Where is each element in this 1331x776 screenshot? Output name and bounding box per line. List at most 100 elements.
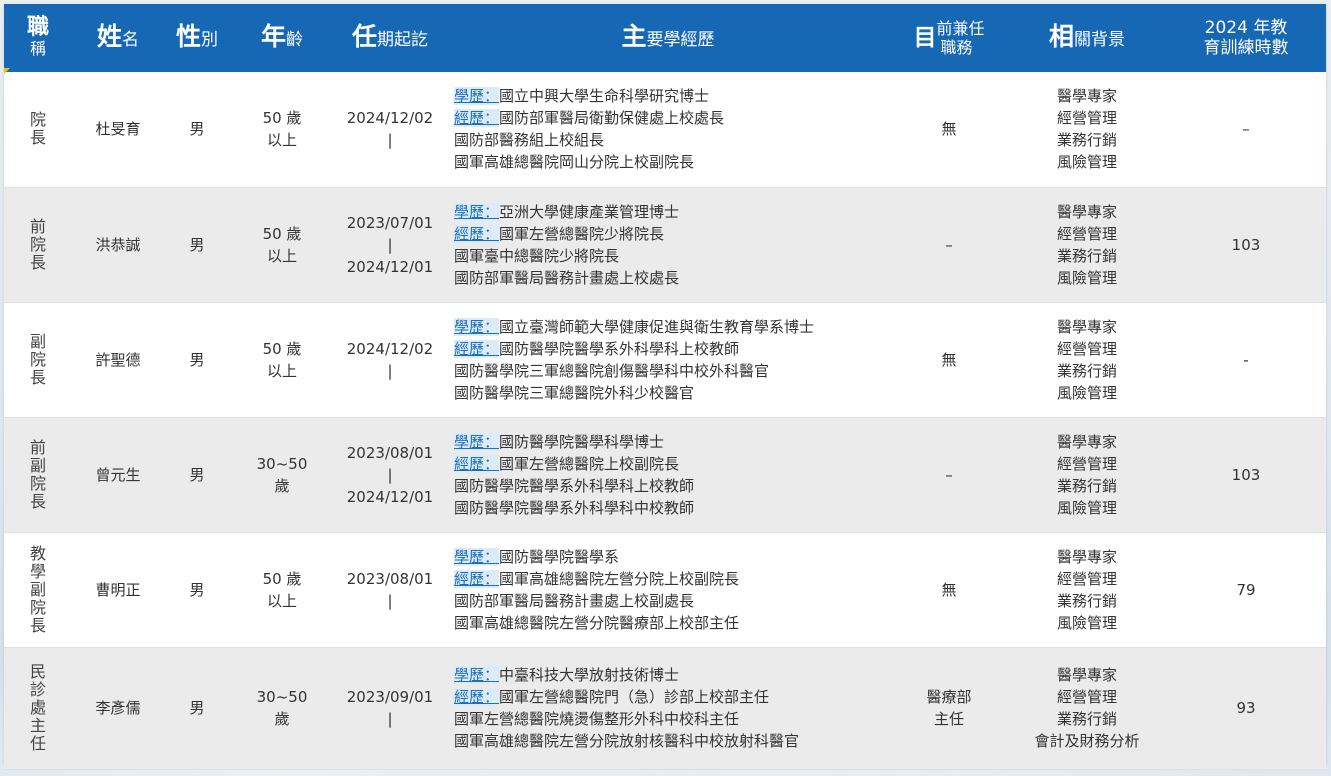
text-line: 業務行銷: [1056, 476, 1117, 495]
experience-line: 經歷：國軍左營總醫院門（急）診部上校部主任: [454, 686, 890, 708]
text-line: 長: [29, 128, 46, 148]
age-cell: 50 歲以上: [230, 532, 334, 648]
education-tag: 學歷：: [454, 547, 500, 566]
title-cell: 前副院長: [4, 417, 72, 533]
experience-line: 國防部軍醫局醫務計畫處上校副處長: [454, 591, 695, 610]
education-value: 亞洲大學健康產業管理博士: [499, 202, 680, 221]
education-cell: 學歷：國立中興大學生命科學研究博士 經歷：國防部軍醫局衛勤保健處上校處長 國防部醫務…: [446, 72, 890, 188]
title-cell: 副院長: [4, 302, 72, 418]
background-cell: 醫學專家 經營管理 業務行銷 風險管理: [1008, 417, 1166, 533]
education-value: 國立臺灣師範大學健康促進與衛生教育學系博士: [499, 317, 815, 336]
text-line: 2023/08/01: [346, 569, 434, 588]
text-line: 醫學專家: [1056, 87, 1117, 106]
background-cell: 醫學專家 經營管理 業務行銷 風險管理: [1008, 302, 1166, 418]
text-line: 無: [941, 350, 957, 369]
experience-line: 經歷：國軍左營總醫院少將院長: [454, 223, 890, 245]
text-line: |: [387, 710, 393, 728]
experience-line: 國軍高雄總醫院左營分院醫療部上校部主任: [454, 613, 740, 632]
table-row: 前副院長曾元生男 30~50 歲 2023/08/01 | 2024/12/01 學歷：國防…: [4, 417, 1326, 533]
table-body: 院長杜旻育男 50 歲以上 2024/12/02 | 學歷：國立中興大學生命科學研究博士…: [4, 72, 1326, 770]
text-line: 2024/12/02: [346, 339, 434, 358]
experience-line: 經歷：國防部軍醫局衛勤保健處上校處長: [454, 107, 890, 129]
text-line: 以上: [266, 361, 297, 380]
experience-line: 國軍左營總醫院燒燙傷整形外科中校科主任: [454, 710, 740, 728]
text-line: 2024/12/01: [346, 257, 434, 276]
text-line: 醫學專家: [1056, 547, 1117, 566]
experience-line: 國防醫學院三軍總醫院外科少校醫官: [454, 383, 695, 402]
text-line: 副: [29, 579, 46, 599]
age-cell: 50 歲以上: [230, 187, 334, 303]
table-row: 民診處主任李彥儒男 30~50 歲 2023/09/01 | 學歷：中臺科技大學放射技術博…: [4, 647, 1326, 770]
text-line: 前: [29, 437, 46, 457]
text-line: 經營管理: [1056, 454, 1117, 473]
experience-value: 國防醫學院醫學系外科學科上校教師: [499, 339, 740, 358]
concurrent-cell: –: [890, 187, 1008, 303]
education-line: 學歷：國立中興大學生命科學研究博士: [454, 85, 890, 107]
text-line: 經營管理: [1056, 569, 1117, 588]
education-cell: 學歷：國防醫學院醫學系 經歷：國軍高雄總醫院左營分院上校副院長 國防部軍醫局醫務計畫…: [446, 532, 890, 648]
text-line: 30~50: [256, 454, 308, 473]
experience-line: 國防醫學院三軍總醫院創傷醫學科中校外科醫官: [454, 361, 770, 380]
text-line: 2023/08/01: [346, 443, 434, 462]
text-line: 院: [29, 110, 46, 130]
experience-value: 國軍左營總醫院上校副院長: [499, 454, 680, 473]
text-line: 經營管理: [1056, 224, 1117, 243]
text-line: 醫療部: [926, 688, 972, 706]
term-cell: 2023/08/01 | 2024/12/01: [334, 417, 446, 533]
text-line: 副: [29, 331, 46, 351]
text-line: 長: [29, 615, 46, 635]
text-line: 醫學專家: [1056, 317, 1117, 336]
background-cell: 醫學專家 經營管理 業務行銷 風險管理: [1008, 187, 1166, 303]
training-hours-cell: -: [1166, 302, 1326, 418]
text-line: 醫學專家: [1056, 432, 1117, 451]
name-cell: 曹明正: [72, 532, 164, 648]
education-line: 學歷：國防醫學院醫學科學博士: [454, 431, 890, 453]
experience-line: 國軍高雄總醫院岡山分院上校副院長: [454, 153, 695, 172]
education-tag: 學歷：: [454, 87, 500, 106]
experience-line: 國防部醫務組上校組長: [454, 131, 605, 150]
experience-line: 經歷：國防醫學院醫學系外科學科上校教師: [454, 338, 890, 360]
text-line: 歲: [274, 710, 290, 728]
experience-tag: 經歷：: [454, 339, 500, 358]
leadership-table-container: 職 稱 姓名 性別 年齡 任期起訖 主要學經歷 目前兼任 職務 相關背景 2024…: [4, 4, 1326, 770]
background-cell: 醫學專家 經營管理 業務行銷 風險管理: [1008, 532, 1166, 648]
education-tag: 學歷：: [454, 432, 500, 451]
experience-value: 國軍高雄總醫院左營分院上校副院長: [499, 569, 740, 588]
name-cell: 洪恭誠: [72, 187, 164, 303]
header-education: 主要學經歷: [621, 21, 715, 51]
concurrent-cell: 無: [890, 532, 1008, 648]
text-line: |: [387, 235, 393, 254]
text-line: 無: [941, 580, 957, 599]
text-line: 風險管理: [1056, 268, 1117, 287]
term-cell: 2023/08/01 |: [334, 532, 446, 648]
education-tag: 學歷：: [454, 666, 500, 684]
concurrent-cell: 醫療部 主任: [890, 647, 1008, 770]
table-row: 副院長許聖德男 50 歲以上 2024/12/02 | 學歷：國立臺灣師範大學健康促進與…: [4, 302, 1326, 418]
education-line: 學歷：亞洲大學健康產業管理博士: [454, 201, 890, 223]
education-cell: 學歷：國防醫學院醫學科學博士 經歷：國軍左營總醫院上校副院長 國防醫學院醫學系外科學…: [446, 417, 890, 533]
text-line: 風險管理: [1056, 613, 1117, 632]
text-line: 處: [29, 698, 46, 717]
education-value: 國防醫學院醫學科學博士: [499, 432, 665, 451]
text-line: 診: [29, 680, 46, 699]
experience-line: 經歷：國軍左營總醫院上校副院長: [454, 453, 890, 475]
experience-line: 國防醫學院醫學系外科學科中校教師: [454, 498, 695, 517]
text-line: 副: [29, 455, 46, 475]
text-line: 2023/09/01: [346, 688, 434, 706]
text-line: |: [387, 361, 393, 380]
experience-tag: 經歷：: [454, 569, 500, 588]
name-cell: 杜旻育: [72, 72, 164, 188]
experience-value: 國防部軍醫局衛勤保健處上校處長: [499, 109, 725, 128]
text-line: 會計及財務分析: [1034, 732, 1140, 750]
header-term: 任期起訖: [351, 21, 428, 51]
age-cell: 30~50 歲: [230, 647, 334, 770]
experience-line: 經歷：國軍高雄總醫院左營分院上校副院長: [454, 568, 890, 590]
education-cell: 學歷：國立臺灣師範大學健康促進與衛生教育學系博士 經歷：國防醫學院醫學系外科學科上…: [446, 302, 890, 418]
text-line: 歲: [274, 476, 290, 495]
text-line: 前: [29, 216, 46, 236]
education-value: 中臺科技大學放射技術博士: [499, 666, 680, 684]
age-cell: 50 歲以上: [230, 72, 334, 188]
text-line: 主任: [933, 710, 964, 728]
experience-line: 國防醫學院醫學系外科學科上校教師: [454, 476, 695, 495]
text-line: 經營管理: [1056, 339, 1117, 358]
